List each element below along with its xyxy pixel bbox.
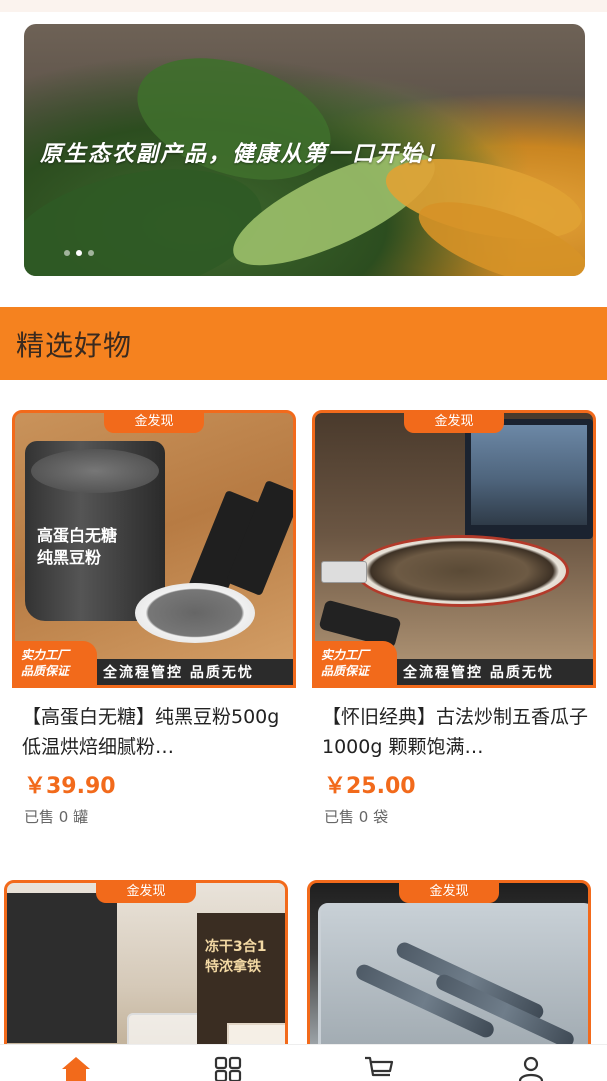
factory-badge: 实力工厂 品质保证 (15, 641, 97, 685)
product-image[interactable]: 高蛋白无糖 纯黑豆粉 金发现 全流程管控 品质无忧 实力工厂 品质保证 (12, 410, 296, 688)
plate-shape (355, 535, 569, 607)
product-tag: 金发现 (96, 883, 196, 903)
cart-icon[interactable] (363, 1055, 395, 1081)
quality-band-text: 全流程管控 品质无忧 (403, 665, 554, 681)
product-can-illustration: 高蛋白无糖 纯黑豆粉 (25, 441, 165, 621)
product-image[interactable]: 金发现 (307, 880, 591, 1060)
product-card[interactable]: 金发现 全流程管控 品质无忧 实力工厂 品质保证 【怀旧经典】古法炒制五香瓜子1… (312, 410, 596, 827)
promo-banner[interactable]: 原生态农副产品，健康从第一口开始！ (24, 24, 585, 276)
nav-category[interactable] (152, 1045, 304, 1081)
pagination-dot[interactable] (88, 250, 94, 256)
product-price: ￥25.00 (324, 774, 416, 799)
product-image[interactable]: 金发现 全流程管控 品质无忧 实力工厂 品质保证 (312, 410, 596, 688)
section-header: 精选好物 (0, 307, 607, 380)
bowl-shape (135, 583, 255, 643)
product-tag: 金发现 (104, 413, 204, 433)
badge-line1: 实力工厂 (321, 648, 370, 662)
laptop-shape (7, 893, 117, 1043)
product-tag: 金发现 (399, 883, 499, 903)
profile-icon[interactable] (516, 1055, 546, 1081)
product-card[interactable]: 冻干3合1 特浓拿铁 金发现 (4, 880, 288, 1060)
badge-line1: 实力工厂 (21, 648, 70, 662)
nav-cart[interactable] (304, 1045, 456, 1081)
phone-shape (321, 561, 367, 583)
pagination-dot-active[interactable] (76, 250, 82, 256)
product-sold-count: 已售 0 罐 (24, 808, 89, 826)
product-sold-count: 已售 0 袋 (324, 808, 389, 826)
quality-band-text: 全流程管控 品质无忧 (103, 665, 254, 681)
home-icon[interactable] (60, 1055, 92, 1081)
banner-slogan: 原生态农副产品，健康从第一口开始！ (40, 142, 449, 167)
coffee-box-line1: 冻干3合1 (205, 939, 267, 955)
product-name[interactable]: 【高蛋白无糖】纯黑豆粉500g 低温烘焙细腻粉… (22, 702, 288, 762)
category-icon[interactable] (213, 1055, 243, 1081)
product-price: ￥39.90 (24, 774, 116, 799)
product-tag: 金发现 (404, 413, 504, 433)
can-label: 高蛋白无糖 纯黑豆粉 (37, 525, 117, 569)
coffee-box-label: 冻干3合1 特浓拿铁 (205, 937, 266, 977)
tv-illustration (465, 419, 593, 539)
product-card[interactable]: 金发现 (307, 880, 591, 1060)
product-name[interactable]: 【怀旧经典】古法炒制五香瓜子1000g 颗颗饱满… (322, 702, 588, 762)
tv-screen (471, 425, 587, 525)
can-lid (31, 449, 159, 493)
nav-home[interactable] (0, 1045, 152, 1081)
status-strip (0, 0, 607, 12)
bottom-nav (0, 1044, 607, 1081)
badge-line2: 品质保证 (21, 664, 70, 678)
nav-profile[interactable] (455, 1045, 607, 1081)
can-label-line1: 高蛋白无糖 (37, 526, 118, 545)
banner-pagination[interactable] (64, 250, 94, 256)
pagination-dot[interactable] (64, 250, 70, 256)
product-image[interactable]: 冻干3合1 特浓拿铁 金发现 (4, 880, 288, 1060)
factory-badge: 实力工厂 品质保证 (315, 641, 397, 685)
badge-line2: 品质保证 (321, 664, 370, 678)
product-card[interactable]: 高蛋白无糖 纯黑豆粉 金发现 全流程管控 品质无忧 实力工厂 品质保证 【高蛋白… (12, 410, 296, 827)
coffee-box-line2: 特浓拿铁 (205, 959, 261, 975)
can-label-line2: 纯黑豆粉 (37, 548, 102, 567)
section-title: 精选好物 (16, 328, 133, 362)
